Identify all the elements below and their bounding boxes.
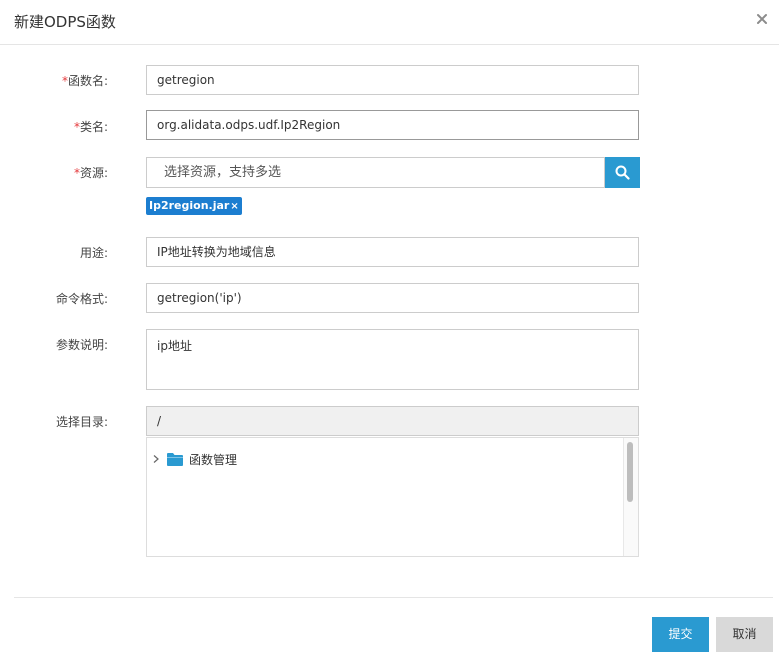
- search-icon: [615, 165, 630, 180]
- tree-scrollbar[interactable]: [623, 438, 638, 556]
- selected-resource-tag-label: Ip2region.jar: [149, 199, 230, 212]
- tag-remove-icon[interactable]: ×: [230, 201, 238, 212]
- command-format-label: 命令格式:: [55, 292, 108, 306]
- tree-node-label: 函数管理: [189, 452, 238, 467]
- folder-icon: [167, 452, 183, 466]
- footer-divider: [14, 597, 773, 598]
- function-name-label-text: 函数名:: [67, 74, 108, 88]
- function-name-input[interactable]: getregion: [146, 65, 639, 95]
- dialog-header: 新建ODPS函数: [0, 0, 779, 45]
- param-desc-label: 参数说明:: [55, 338, 108, 352]
- chevron-right-icon[interactable]: [151, 454, 161, 464]
- new-odps-function-dialog: 新建ODPS函数 *函数名: getregion *类名: org.alidat…: [0, 0, 779, 656]
- class-name-label-text: 类名:: [79, 120, 108, 134]
- usage-input[interactable]: IP地址转换为地域信息: [146, 237, 639, 267]
- selected-resource-tag: Ip2region.jar×: [146, 197, 242, 215]
- resource-search-input[interactable]: 选择资源，支持多选: [146, 157, 605, 188]
- directory-tree[interactable]: 函数管理: [146, 437, 639, 557]
- directory-path-field: /: [146, 406, 639, 436]
- tree-node-function-management[interactable]: 函数管理: [151, 450, 237, 468]
- tree-scrollbar-thumb[interactable]: [627, 442, 633, 502]
- close-icon[interactable]: [755, 12, 769, 26]
- class-name-input[interactable]: org.alidata.odps.udf.Ip2Region: [146, 110, 639, 140]
- dialog-title: 新建ODPS函数: [14, 13, 116, 31]
- resource-label-text: 资源:: [79, 166, 108, 180]
- param-desc-textarea[interactable]: ip地址: [146, 329, 639, 390]
- command-format-input[interactable]: getregion('ip'): [146, 283, 639, 313]
- submit-button[interactable]: 提交: [652, 617, 709, 652]
- class-name-label: *类名:: [74, 118, 108, 135]
- resource-label: *资源:: [74, 164, 108, 181]
- resource-search-button[interactable]: [605, 157, 640, 188]
- directory-label: 选择目录:: [55, 415, 108, 429]
- function-name-label: *函数名:: [62, 72, 108, 89]
- cancel-button[interactable]: 取消: [716, 617, 773, 652]
- usage-label: 用途:: [79, 246, 108, 260]
